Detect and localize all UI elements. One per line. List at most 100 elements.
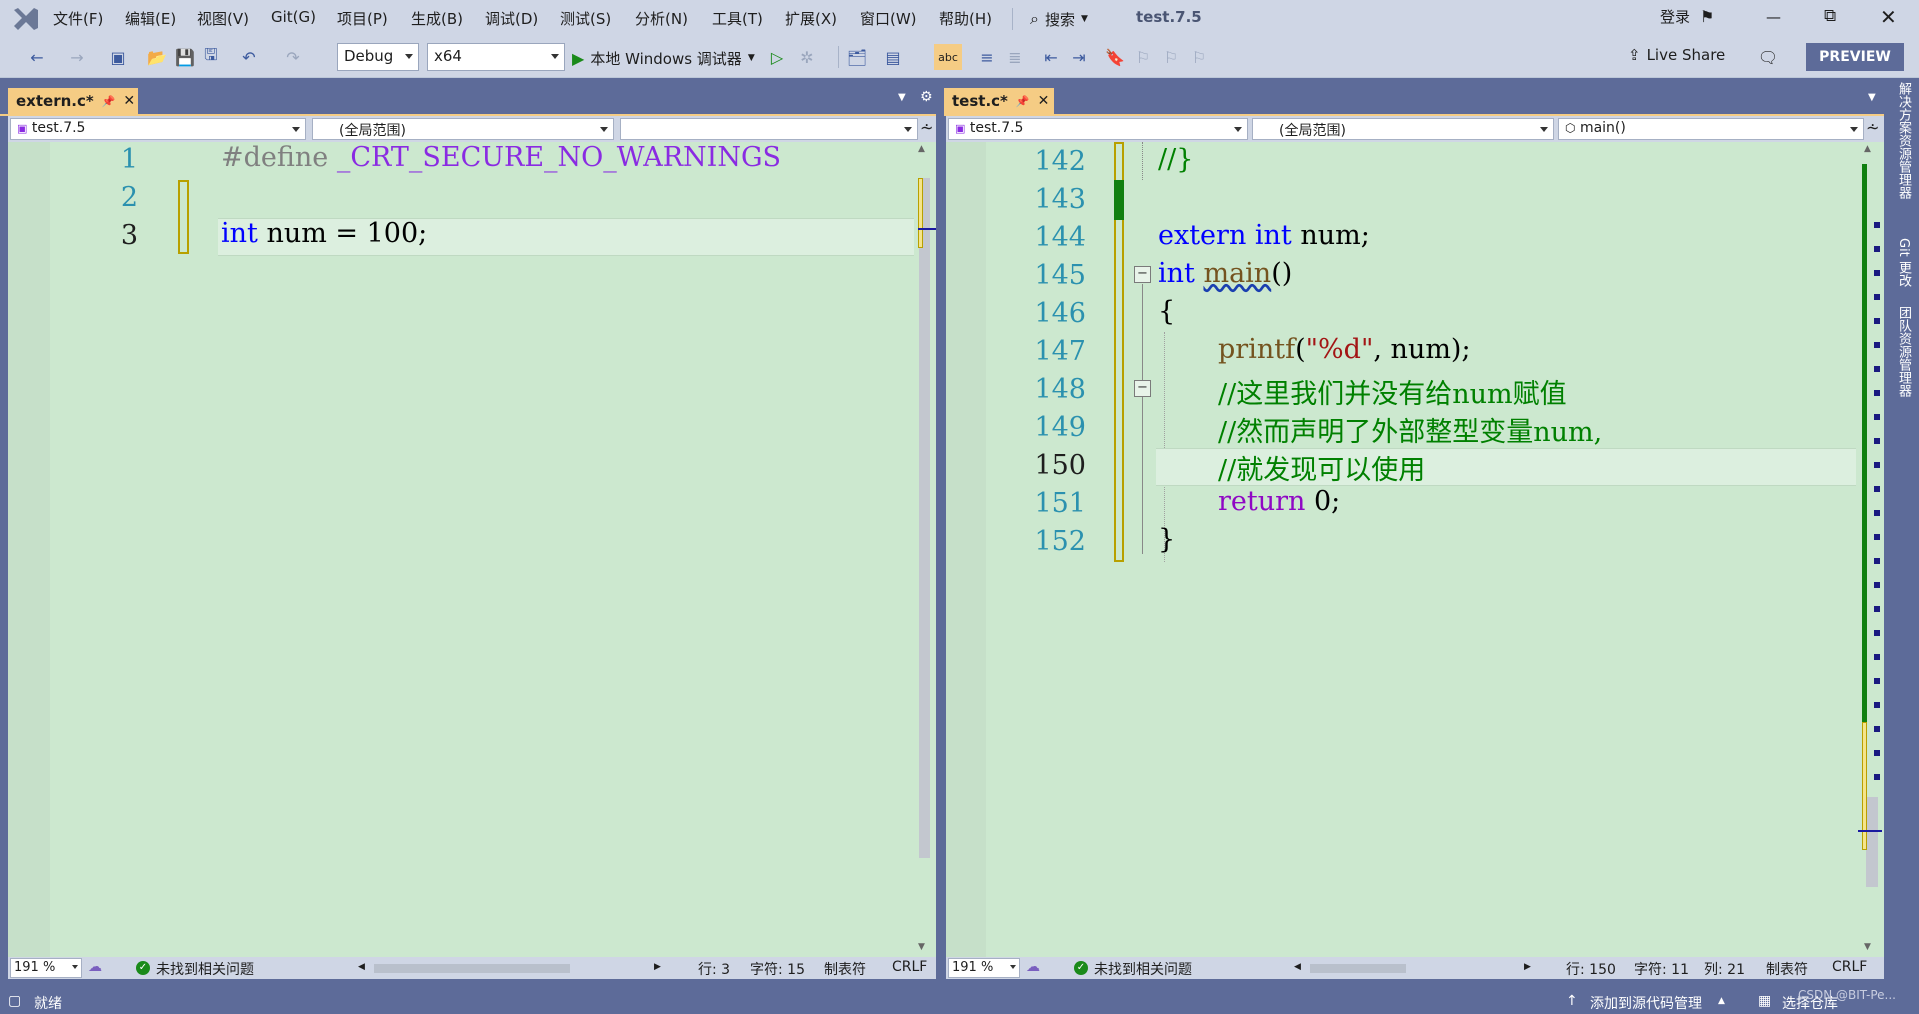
redo-icon[interactable]: ↷ bbox=[282, 44, 304, 70]
project-icon: ▣ bbox=[17, 122, 28, 135]
login-link[interactable]: 登录 bbox=[1660, 6, 1690, 27]
comment-icon[interactable]: ≡ bbox=[976, 44, 998, 70]
live-share-button[interactable]: ⇪ Live Share bbox=[1628, 46, 1725, 64]
tab-overflow-icon[interactable]: ▼ bbox=[898, 92, 906, 103]
right-editor[interactable]: 142 143 144 145 146 147 148 149 150 151 … bbox=[946, 142, 1884, 957]
gear-icon[interactable]: ⚙ bbox=[920, 89, 933, 105]
hot-reload-icon[interactable]: ✲ bbox=[796, 44, 818, 70]
close-icon[interactable]: ✕ bbox=[1880, 5, 1897, 29]
scroll-up-icon[interactable]: ▲ bbox=[1864, 144, 1871, 154]
collapse-comment-icon[interactable]: − bbox=[1134, 380, 1151, 397]
layout-icon[interactable]: ▤ bbox=[882, 44, 904, 70]
restore-icon[interactable]: ⧉ bbox=[1824, 6, 1836, 26]
split-icon[interactable]: ⩪ bbox=[1866, 118, 1879, 137]
close-tab-icon[interactable]: ✕ bbox=[1038, 93, 1050, 109]
intellicode-icon[interactable]: ☁ bbox=[1026, 959, 1040, 975]
undo-icon[interactable]: ↶ bbox=[238, 44, 260, 70]
menu-project[interactable]: 项目(P) bbox=[337, 8, 388, 29]
chevron-down-icon: ▼ bbox=[1080, 14, 1088, 24]
scroll-left-icon[interactable]: ◀ bbox=[1294, 962, 1301, 972]
config-dropdown[interactable]: Debug bbox=[337, 43, 419, 71]
horizontal-scroll-thumb[interactable] bbox=[374, 964, 570, 973]
project-dropdown[interactable]: ▣ test.7.5 bbox=[10, 118, 306, 140]
member-dropdown[interactable] bbox=[620, 118, 918, 140]
account-icon[interactable]: ⚑ bbox=[1700, 7, 1714, 26]
vertical-scrollbar[interactable]: ▲ ▼ bbox=[914, 142, 936, 957]
menu-build[interactable]: 生成(B) bbox=[411, 8, 463, 29]
open-folder-icon[interactable]: 📂 bbox=[146, 44, 168, 70]
collapse-main-icon[interactable]: − bbox=[1134, 266, 1151, 283]
forward-icon[interactable]: → bbox=[66, 44, 88, 70]
member-dropdown[interactable]: ⬡ main() bbox=[1558, 118, 1864, 140]
platform-dropdown[interactable]: x64 bbox=[427, 43, 565, 71]
horizontal-scroll-thumb[interactable] bbox=[1310, 964, 1406, 973]
minimize-icon[interactable]: — bbox=[1766, 8, 1781, 26]
next-bookmark-icon[interactable]: ⚐ bbox=[1160, 44, 1182, 70]
spellcheck-icon[interactable]: abc bbox=[934, 44, 962, 70]
scroll-thumb[interactable] bbox=[919, 178, 930, 858]
clear-bookmark-icon[interactable]: ⚐ bbox=[1188, 44, 1210, 70]
issues-status[interactable]: 未找到相关问题 bbox=[156, 959, 254, 979]
new-project-icon[interactable]: ▣ bbox=[106, 44, 130, 70]
scope-dropdown[interactable]: (全局范围) bbox=[1252, 118, 1554, 140]
search-box[interactable]: ⌕ 搜索 ▼ bbox=[1030, 7, 1088, 31]
tab-test-c[interactable]: test.c* 📌 ✕ bbox=[944, 88, 1054, 114]
menu-tools[interactable]: 工具(T) bbox=[712, 8, 763, 29]
menu-analyze[interactable]: 分析(N) bbox=[635, 8, 688, 29]
menu-window[interactable]: 窗口(W) bbox=[860, 8, 917, 29]
menu-git[interactable]: Git(G) bbox=[271, 8, 316, 26]
back-icon[interactable]: ← bbox=[26, 44, 48, 70]
dock-team-explorer[interactable]: 团队资源管理器 bbox=[1894, 306, 1913, 397]
split-icon[interactable]: ⩪ bbox=[920, 118, 933, 137]
menu-view[interactable]: 视图(V) bbox=[197, 8, 249, 29]
indent-icon[interactable]: ⇥ bbox=[1068, 44, 1090, 70]
browse-icon[interactable]: 🗂 bbox=[846, 44, 868, 70]
save-icon[interactable]: 💾 bbox=[174, 44, 196, 70]
tab-overflow-icon[interactable]: ▼ bbox=[1868, 92, 1876, 103]
right-status-bar: 191 % ☁ ✓ 未找到相关问题 ◀ ▶ 行: 150 字符: 11 列: 2… bbox=[946, 957, 1884, 979]
close-tab-icon[interactable]: ✕ bbox=[123, 93, 135, 109]
project-dropdown[interactable]: ▣ test.7.5 bbox=[948, 118, 1248, 140]
bookmark-icon[interactable]: 🔖 bbox=[1104, 44, 1126, 70]
eol-mode[interactable]: CRLF bbox=[892, 959, 927, 975]
uncomment-icon[interactable]: ≣ bbox=[1004, 44, 1026, 70]
vertical-scrollbar[interactable]: ▲ ▼ bbox=[1858, 142, 1882, 957]
scope-dropdown[interactable]: (全局范围) bbox=[312, 118, 614, 140]
live-share-label: Live Share bbox=[1646, 46, 1726, 64]
start-debug-button[interactable]: ▶ 本地 Windows 调试器 ▼ bbox=[572, 45, 755, 71]
scroll-down-icon[interactable]: ▼ bbox=[1864, 942, 1871, 952]
tab-extern-c[interactable]: extern.c* 📌 ✕ bbox=[8, 88, 138, 114]
scroll-down-icon[interactable]: ▼ bbox=[918, 942, 925, 952]
scroll-right-icon[interactable]: ▶ bbox=[654, 962, 661, 972]
tab-mode[interactable]: 制表符 bbox=[824, 959, 866, 979]
preview-badge[interactable]: PREVIEW bbox=[1806, 43, 1904, 71]
scroll-right-icon[interactable]: ▶ bbox=[1524, 962, 1531, 972]
zoom-dropdown[interactable]: 191 % bbox=[948, 958, 1020, 978]
outdent-icon[interactable]: ⇤ bbox=[1040, 44, 1062, 70]
output-icon[interactable]: ▢ bbox=[8, 993, 21, 1009]
dock-git-changes[interactable]: Git 更改 bbox=[1894, 238, 1913, 287]
pin-icon[interactable]: 📌 bbox=[102, 95, 116, 108]
scroll-thumb[interactable] bbox=[1866, 797, 1878, 887]
menu-test[interactable]: 测试(S) bbox=[560, 8, 611, 29]
menu-help[interactable]: 帮助(H) bbox=[939, 8, 992, 29]
left-editor[interactable]: 1 2 3 #define _CRT_SECURE_NO_WARNINGS in… bbox=[8, 142, 936, 957]
add-source-control[interactable]: 添加到源代码管理 bbox=[1590, 993, 1702, 1013]
scroll-left-icon[interactable]: ◀ bbox=[358, 962, 365, 972]
intellicode-icon[interactable]: ☁ bbox=[88, 959, 102, 975]
zoom-dropdown[interactable]: 191 % bbox=[10, 958, 82, 978]
save-all-icon[interactable]: 🖫 bbox=[200, 44, 222, 70]
menu-extensions[interactable]: 扩展(X) bbox=[785, 8, 837, 29]
issues-status[interactable]: 未找到相关问题 bbox=[1094, 959, 1192, 979]
scroll-up-icon[interactable]: ▲ bbox=[918, 144, 925, 154]
menu-file[interactable]: 文件(F) bbox=[53, 8, 103, 29]
dock-solution-explorer[interactable]: 解决方案资源管理器 bbox=[1894, 82, 1913, 199]
start-without-debug-icon[interactable]: ▷ bbox=[766, 44, 788, 70]
tab-mode[interactable]: 制表符 bbox=[1766, 959, 1808, 979]
pin-icon[interactable]: 📌 bbox=[1016, 95, 1030, 108]
menu-debug[interactable]: 调试(D) bbox=[485, 8, 538, 29]
menu-edit[interactable]: 编辑(E) bbox=[125, 8, 176, 29]
prev-bookmark-icon[interactable]: ⚐ bbox=[1132, 44, 1154, 70]
feedback-icon[interactable]: 🗨 bbox=[1756, 44, 1780, 70]
eol-mode[interactable]: CRLF bbox=[1832, 959, 1867, 975]
